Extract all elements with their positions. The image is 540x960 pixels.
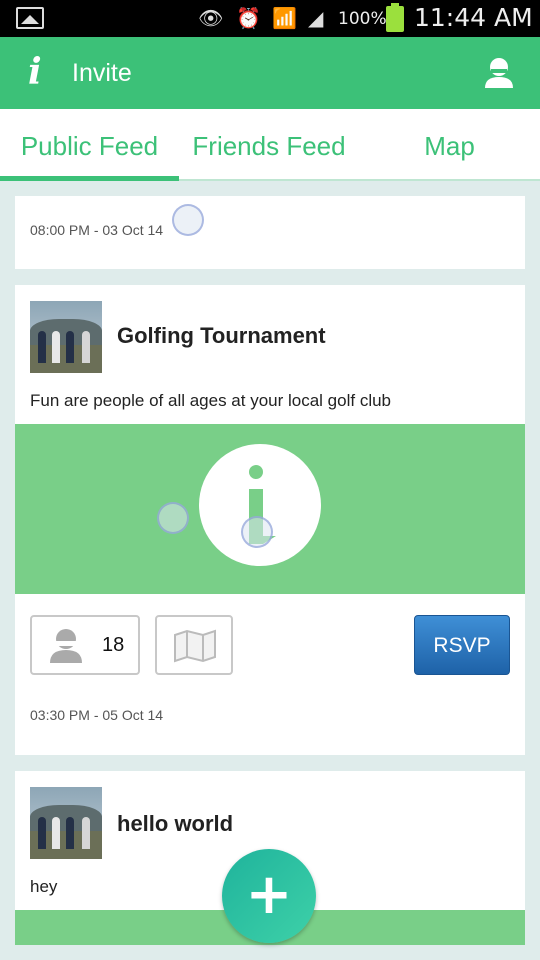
event-title: hello world: [117, 811, 234, 836]
attendees-button[interactable]: 18: [30, 615, 140, 675]
eye-icon: 👁: [198, 6, 224, 30]
map-button[interactable]: [155, 615, 233, 675]
tab-indicator: [179, 179, 359, 181]
event-banner: [15, 424, 525, 594]
event-thumbnail: [30, 787, 102, 859]
plus-icon: +: [245, 862, 293, 927]
touch-indicator: [172, 204, 204, 236]
person-icon: [50, 629, 82, 663]
event-description: hey: [30, 877, 58, 896]
feed-card[interactable]: Golfing Tournament Fun are people of all…: [15, 285, 525, 755]
profile-icon[interactable]: [484, 57, 514, 89]
tab-bar: Public Feed Friends Feed Map: [0, 109, 540, 181]
alarm-icon: ⏰: [236, 6, 261, 30]
add-event-button[interactable]: +: [222, 849, 316, 943]
tab-public-feed[interactable]: Public Feed: [0, 109, 179, 181]
tab-indicator: [359, 179, 540, 181]
tab-label: Friends Feed: [192, 131, 346, 161]
event-description: Fun are people of all ages at your local…: [30, 391, 392, 410]
tab-friends-feed[interactable]: Friends Feed: [179, 109, 359, 181]
touch-indicator: [241, 516, 273, 548]
map-icon: [174, 629, 216, 663]
feed-card[interactable]: 08:00 PM - 03 Oct 14: [15, 196, 525, 269]
rsvp-button[interactable]: RSVP: [414, 615, 510, 675]
clock: 11:44 AM: [414, 3, 533, 32]
tab-label: Map: [424, 131, 475, 161]
battery-icon: [386, 3, 404, 32]
signal-icon: ◢: [308, 6, 324, 30]
gallery-notification-icon: [16, 7, 44, 29]
tab-label: Public Feed: [20, 131, 159, 161]
event-title: Golfing Tournament: [117, 323, 326, 348]
wifi-icon: 📶: [272, 6, 297, 30]
tab-indicator: [0, 176, 179, 181]
event-date: 08:00 PM - 03 Oct 14: [30, 222, 164, 238]
event-thumbnail: [30, 301, 102, 373]
app-title: Invite: [72, 59, 132, 87]
touch-indicator: [157, 502, 189, 534]
app-bar: i Invite: [0, 37, 540, 109]
battery-percent: 100%: [338, 9, 387, 29]
status-bar: 👁 ⏰ 📶 ◢ 100% 11:44 AM: [0, 0, 540, 37]
app-logo-icon[interactable]: i: [28, 51, 42, 93]
tab-map[interactable]: Map: [359, 109, 540, 181]
attendee-count: 18: [102, 634, 125, 656]
event-date: 03:30 PM - 05 Oct 14: [30, 707, 164, 723]
